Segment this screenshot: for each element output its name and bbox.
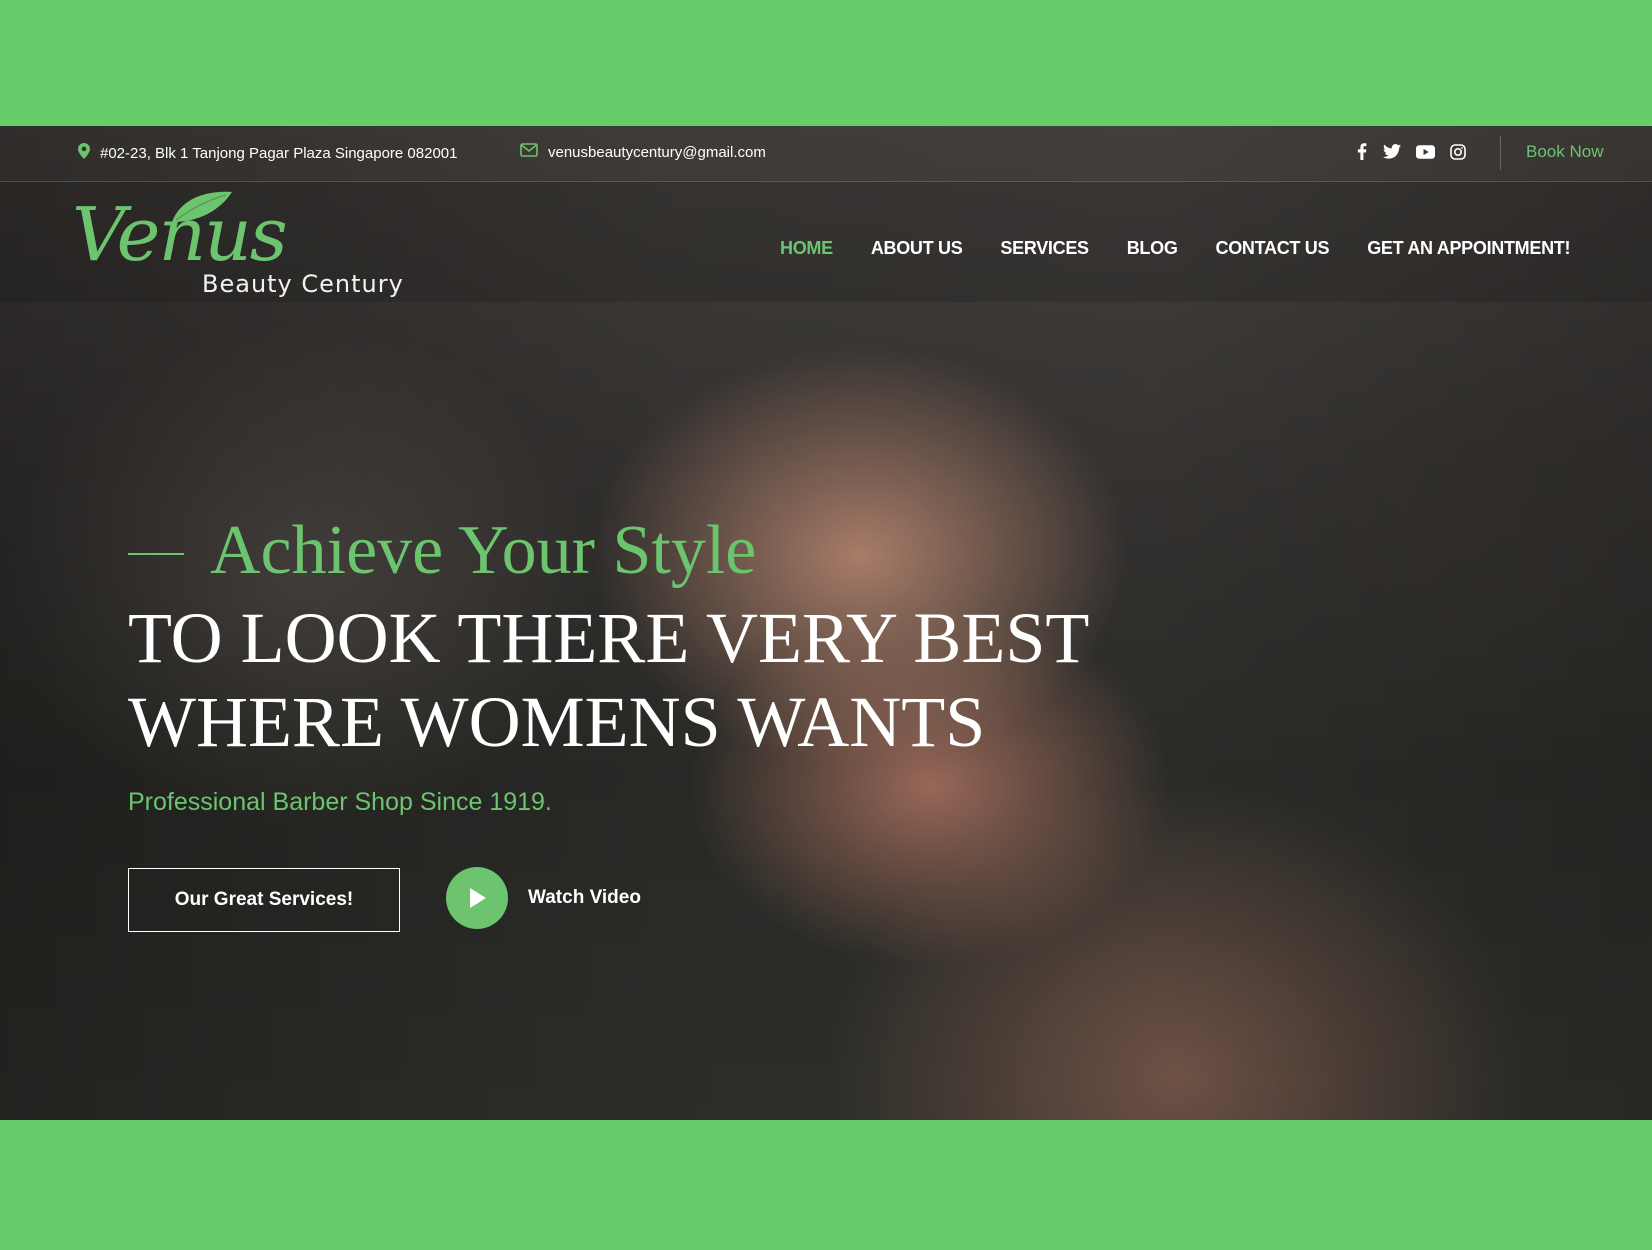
- nav-item-contact-us[interactable]: CONTACT US: [1216, 238, 1330, 259]
- watch-video-label: Watch Video: [528, 887, 641, 908]
- hero-script-title: Achieve Your Style: [210, 512, 757, 589]
- email-info[interactable]: venusbeautycentury@gmail.com: [520, 143, 766, 161]
- nav-item-get-appointment[interactable]: GET AN APPOINTMENT!: [1367, 238, 1570, 259]
- nav-item-home[interactable]: HOME: [780, 238, 833, 259]
- main-nav: HOME ABOUT US SERVICES BLOG CONTACT US G…: [780, 238, 1610, 259]
- watch-video-button[interactable]: Watch Video: [446, 867, 641, 929]
- nav-item-about-us[interactable]: ABOUT US: [871, 238, 963, 259]
- email-link[interactable]: venusbeautycentury@gmail.com: [548, 144, 766, 161]
- logo-wordmark: Venus: [72, 192, 288, 278]
- youtube-icon[interactable]: [1416, 144, 1435, 164]
- logo-subtitle: Beauty Century: [202, 270, 404, 298]
- facebook-icon[interactable]: [1356, 143, 1368, 165]
- social-links: [1356, 143, 1466, 165]
- envelope-icon: [520, 143, 538, 161]
- twitter-icon[interactable]: [1383, 144, 1401, 164]
- address-info: #02-23, Blk 1 Tanjong Pagar Plaza Singap…: [78, 143, 458, 163]
- hero-subtitle: Professional Barber Shop Since 1919.: [128, 788, 552, 816]
- nav-item-services[interactable]: SERVICES: [1000, 238, 1089, 259]
- logo[interactable]: Venus Beauty Century: [72, 191, 412, 312]
- topbar-divider: [1500, 136, 1501, 170]
- hero-headline: TO LOOK THERE VERY BEST WHERE WOMENS WAN…: [128, 596, 1089, 764]
- hero-headline-line2: WHERE WOMENS WANTS: [128, 682, 986, 762]
- hero-section: #02-23, Blk 1 Tanjong Pagar Plaza Singap…: [0, 126, 1652, 1120]
- location-pin-icon: [78, 143, 90, 163]
- book-now-link[interactable]: Book Now: [1526, 142, 1603, 162]
- play-icon[interactable]: [446, 867, 508, 929]
- instagram-icon[interactable]: [1450, 143, 1466, 165]
- script-decor-line: [128, 553, 184, 555]
- hero-headline-line1: TO LOOK THERE VERY BEST: [128, 598, 1090, 678]
- our-services-button[interactable]: Our Great Services!: [128, 868, 400, 932]
- address-text: #02-23, Blk 1 Tanjong Pagar Plaza Singap…: [100, 144, 458, 162]
- nav-item-blog[interactable]: BLOG: [1127, 238, 1178, 259]
